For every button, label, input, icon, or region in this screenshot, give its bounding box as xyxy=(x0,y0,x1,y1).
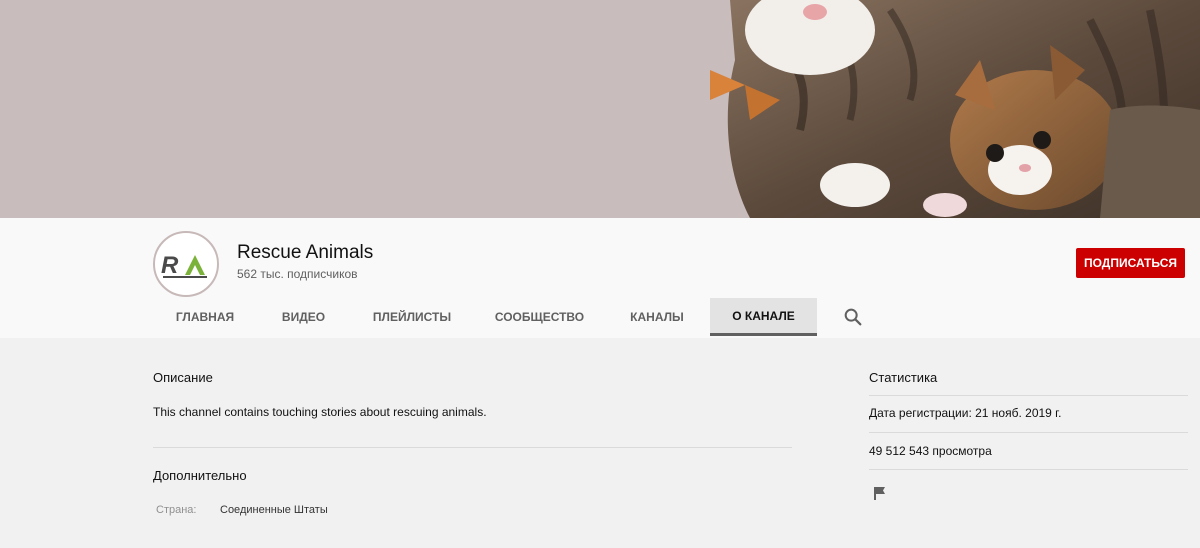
country-value: Соединенные Штаты xyxy=(220,504,328,516)
tab-playlists[interactable]: Плейлисты xyxy=(350,298,474,336)
joined-date: Дата регистрации: 21 нояб. 2019 г. xyxy=(869,406,1062,420)
banner-cats-image xyxy=(690,0,1200,218)
stats-divider xyxy=(869,469,1188,470)
channel-title: Rescue Animals xyxy=(237,242,374,263)
stats-divider xyxy=(869,395,1188,396)
tab-home[interactable]: Главная xyxy=(153,298,257,336)
stats-title: Статистика xyxy=(869,370,938,385)
section-divider xyxy=(153,447,792,448)
stats-divider xyxy=(869,432,1188,433)
country-label: Страна: xyxy=(156,504,197,516)
channel-avatar[interactable]: R xyxy=(153,231,219,297)
details-title: Дополнительно xyxy=(153,468,247,483)
channel-banner xyxy=(0,0,1200,218)
description-text: This channel contains touching stories a… xyxy=(153,405,487,419)
description-title: Описание xyxy=(153,370,213,385)
svg-text:R: R xyxy=(161,252,179,279)
ra-logo-icon: R xyxy=(161,252,207,279)
view-count: 49 512 543 просмотра xyxy=(869,444,992,458)
flag-icon[interactable] xyxy=(872,485,888,501)
tab-channels[interactable]: Каналы xyxy=(605,298,709,336)
search-icon[interactable] xyxy=(842,306,864,328)
tab-about[interactable]: О канале xyxy=(710,298,817,336)
tab-community[interactable]: Сообщество xyxy=(474,298,605,336)
subscribe-button[interactable]: ПОДПИСАТЬСЯ xyxy=(1076,248,1185,278)
subscriber-count: 562 тыс. подписчиков xyxy=(237,267,358,281)
tab-videos[interactable]: Видео xyxy=(257,298,350,336)
